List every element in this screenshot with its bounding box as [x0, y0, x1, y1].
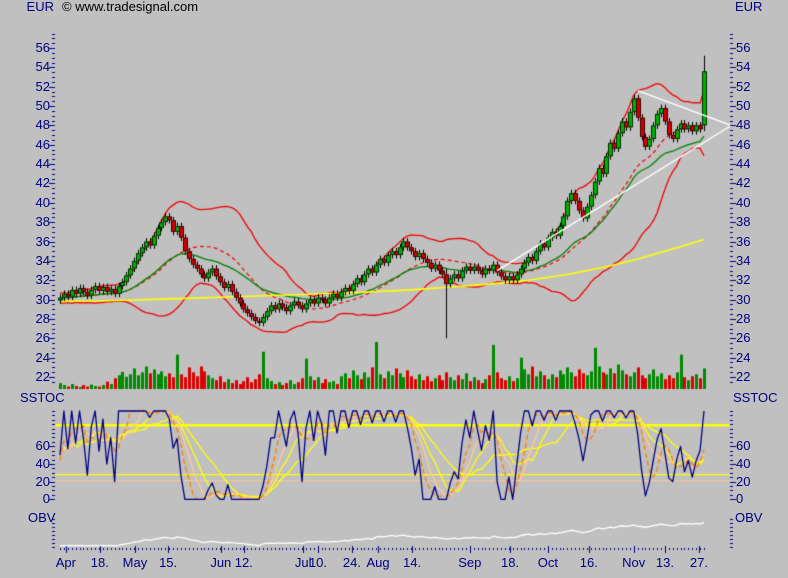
price-tick-label-right: 48	[736, 118, 750, 132]
price-tick-label-left: 26	[0, 331, 50, 345]
price-tick-label-left: 46	[0, 138, 50, 152]
price-tick-label-left: 52	[0, 80, 50, 94]
sstoc-tick-label-right: 60	[736, 439, 750, 453]
price-volume-indicator-chart-canvas	[0, 0, 788, 578]
x-axis-label: Oct	[528, 556, 568, 570]
price-tick-label-right: 28	[736, 312, 750, 326]
price-tick-label-right: 42	[736, 176, 750, 190]
x-axis-label: 16.	[569, 556, 609, 570]
price-tick-label-right: 54	[736, 60, 750, 74]
price-tick-label-left: 24	[0, 351, 50, 365]
tradesignal-chart-window: EUR © www.tradesignal.com EUR SSTOC SSTO…	[0, 0, 788, 578]
price-tick-label-left: 48	[0, 118, 50, 132]
price-tick-label-right: 30	[736, 293, 750, 307]
price-tick-label-left: 32	[0, 273, 50, 287]
sstoc-panel-label-right: SSTOC	[733, 391, 778, 405]
sstoc-tick-label-right: 40	[736, 457, 750, 471]
price-tick-label-right: 26	[736, 331, 750, 345]
price-tick-label-right: 22	[736, 370, 750, 384]
sstoc-tick-label-left: 60	[0, 439, 50, 453]
price-tick-label-right: 36	[736, 235, 750, 249]
price-tick-label-right: 24	[736, 351, 750, 365]
price-tick-label-left: 22	[0, 370, 50, 384]
price-tick-label-left: 38	[0, 215, 50, 229]
price-tick-label-right: 34	[736, 254, 750, 268]
price-tick-label-left: 36	[0, 235, 50, 249]
sstoc-tick-label-left: 0	[0, 492, 50, 506]
price-tick-label-right: 50	[736, 99, 750, 113]
x-axis-label: 18.	[80, 556, 120, 570]
x-axis-label: 14.	[392, 556, 432, 570]
price-tick-label-right: 38	[736, 215, 750, 229]
sstoc-tick-label-right: 20	[736, 475, 750, 489]
price-tick-label-left: 56	[0, 41, 50, 55]
price-axis-unit-right: EUR	[735, 0, 762, 14]
price-tick-label-left: 40	[0, 196, 50, 210]
sstoc-tick-label-left: 40	[0, 457, 50, 471]
sstoc-tick-label-right: 0	[736, 492, 743, 506]
sstoc-tick-label-left: 20	[0, 475, 50, 489]
obv-panel-label-right: OBV	[735, 511, 762, 525]
price-tick-label-right: 46	[736, 138, 750, 152]
obv-panel-label-left: OBV	[28, 511, 55, 525]
x-axis-label: 12.	[224, 556, 264, 570]
x-axis-label: Sep	[450, 556, 490, 570]
price-tick-label-left: 42	[0, 176, 50, 190]
price-tick-label-left: 34	[0, 254, 50, 268]
price-tick-label-right: 44	[736, 157, 750, 171]
copyright-watermark: © www.tradesignal.com	[62, 0, 198, 14]
price-tick-label-right: 56	[736, 41, 750, 55]
x-axis-label: 27.	[679, 556, 719, 570]
x-axis-label: 15.	[148, 556, 188, 570]
price-tick-label-left: 50	[0, 99, 50, 113]
x-axis-label: 18.	[490, 556, 530, 570]
price-tick-label-left: 28	[0, 312, 50, 326]
sstoc-panel-label-left: SSTOC	[20, 391, 65, 405]
price-tick-label-left: 54	[0, 60, 50, 74]
price-tick-label-left: 44	[0, 157, 50, 171]
price-tick-label-left: 30	[0, 293, 50, 307]
price-tick-label-right: 40	[736, 196, 750, 210]
price-axis-unit-left: EUR	[0, 0, 54, 14]
price-tick-label-right: 52	[736, 80, 750, 94]
price-tick-label-right: 32	[736, 273, 750, 287]
